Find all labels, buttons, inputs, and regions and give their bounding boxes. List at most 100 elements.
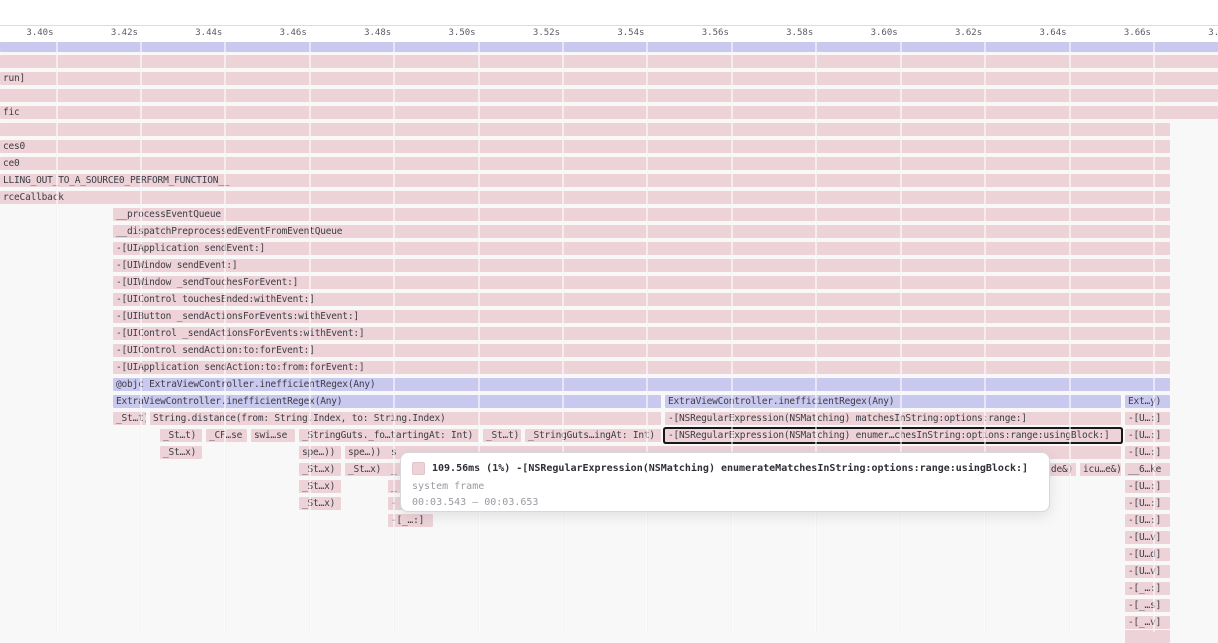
flame-bar[interactable]: -[UIControl touchesEnded:withEvent:] — [113, 293, 1170, 306]
flame-bar[interactable] — [0, 89, 1218, 102]
flame-bar[interactable]: _St…t) — [483, 429, 521, 442]
flame-bar[interactable]: fic — [0, 106, 1218, 119]
flame-bar[interactable]: -[U…v] — [1125, 531, 1170, 544]
flame-bar-label: String.distance(from: String.Index, to: … — [150, 412, 446, 425]
flame-bar-selected[interactable]: -[NSRegularExpression(NSMatching) enumer… — [665, 429, 1121, 442]
flame-bar-label: spe…)) — [299, 446, 335, 459]
flame-bar[interactable]: @objc ExtraViewController.inefficientReg… — [113, 378, 1170, 391]
flame-bar-label: _St…x) — [299, 497, 335, 510]
flame-bar-label: _St…x) — [160, 446, 196, 459]
flame-bar[interactable]: -[UIApplication sendAction:to:from:forEv… — [113, 361, 1170, 374]
ruler-tick-label: 3.46s — [280, 28, 307, 39]
flame-bar-label: -[_…s] — [1125, 599, 1161, 612]
flame-bar[interactable]: _St…x) — [299, 463, 341, 476]
ruler-tick-label: 3.54s — [617, 28, 644, 39]
flame-bar[interactable]: _CF…se — [206, 429, 247, 442]
flame-bar-label — [0, 42, 3, 52]
flame-bar[interactable]: -[_…:] — [1125, 582, 1170, 595]
flame-bar-label: _StringGuts…ingAt: Int) — [525, 429, 655, 442]
flame-bar[interactable]: _St…x) — [299, 480, 341, 493]
flame-bar[interactable]: icu…e&) — [1080, 463, 1121, 476]
flame-bar-label — [0, 55, 3, 68]
flame-bar[interactable] — [0, 123, 1170, 136]
flame-bar[interactable]: spe…)) — [345, 446, 390, 459]
flame-bar[interactable]: ces0 — [0, 140, 1170, 153]
gridline-highlight — [140, 42, 142, 632]
timeline-ruler[interactable]: 3.40s3.42s3.44s3.46s3.48s3.50s3.52s3.54s… — [0, 0, 1218, 42]
flame-bar[interactable]: LLING_OUT_TO_A_SOURCE0_PERFORM_FUNCTION_… — [0, 174, 1170, 187]
flame-bar-label: _St…x) — [299, 463, 335, 476]
flame-bar[interactable]: ExtraViewController.inefficientRegex(Any… — [665, 395, 1121, 408]
flame-bar[interactable]: -[U…:] — [1125, 412, 1170, 425]
flame-bar-label: _St…t) — [483, 429, 519, 442]
tooltip-subtitle: system frame — [412, 481, 1038, 492]
flame-bar[interactable]: -[UIWindow _sendTouchesForEvent:] — [113, 276, 1170, 289]
ruler-tick-label: 3.68s — [1208, 28, 1218, 39]
flame-bar-label: @objc ExtraViewController.inefficientReg… — [113, 378, 375, 391]
ruler-tick-label: 3.52s — [533, 28, 560, 39]
flame-bar[interactable]: ExtraViewController.inefficientRegex(Any… — [113, 395, 661, 408]
flame-bar[interactable]: -[U…v] — [1125, 565, 1170, 578]
tooltip-time-range: 00:03.543 — 00:03.653 — [412, 497, 1038, 508]
flame-bar[interactable]: swi…se — [251, 429, 295, 442]
flame-bar-label: LLING_OUT_TO_A_SOURCE0_PERFORM_FUNCTION_… — [0, 174, 229, 187]
flame-bar[interactable]: ce0 — [0, 157, 1170, 170]
flame-bar[interactable]: -[U…:] — [1125, 429, 1170, 442]
flame-bar[interactable]: _St…t) — [160, 429, 202, 442]
flame-bar[interactable]: __processEventQueue — [113, 208, 1170, 221]
ruler-tick-label: 3.56s — [702, 28, 729, 39]
flame-bar-label: -[U…:] — [1125, 497, 1161, 510]
flame-bar[interactable]: _St…x) — [299, 497, 341, 510]
flame-bar[interactable]: -[UIButton _sendActionsForEvents:withEve… — [113, 310, 1170, 323]
flame-bar-label: __processEventQueue — [113, 208, 221, 221]
flame-bar-label: ExtraViewController.inefficientRegex(Any… — [665, 395, 894, 408]
flame-bar[interactable]: -[_…v] — [1125, 616, 1170, 629]
flame-bar[interactable]: -[UIControl sendAction:to:forEvent:] — [113, 344, 1170, 357]
flame-bar-label: -[U…:] — [1125, 480, 1161, 493]
flame-bar-label: -[UIControl _sendActionsForEvents:withEv… — [113, 327, 364, 340]
flame-bar[interactable]: -[UIControl _sendActionsForEvents:withEv… — [113, 327, 1170, 340]
flame-bar-label: -[U…:] — [1125, 429, 1161, 442]
flame-bar[interactable]: spe…)) — [299, 446, 341, 459]
flame-bar[interactable]: -[UIWindow sendEvent:] — [113, 259, 1170, 272]
flame-bar[interactable]: __6…ke — [1125, 463, 1170, 476]
flame-bar[interactable]: -[_…s] — [1125, 599, 1170, 612]
flame-bar[interactable]: _St…x) — [345, 463, 390, 476]
flame-bar[interactable]: -[U…:] — [1125, 480, 1170, 493]
flame-bar[interactable]: -[UIApplication sendEvent:] — [113, 242, 1170, 255]
flame-bar-label: -[U…v] — [1125, 531, 1161, 544]
gridline-highlight — [815, 42, 817, 632]
flame-bar-label: -[UIWindow sendEvent:] — [113, 259, 237, 272]
frame-color-swatch — [412, 462, 425, 475]
flame-bar-label: _StringGuts._fo…tartingAt: Int) — [299, 429, 473, 442]
flame-bar-label: ce0 — [0, 157, 20, 170]
flame-bar[interactable] — [0, 55, 1218, 68]
flame-bar[interactable]: _StringGuts._fo…tartingAt: Int) — [299, 429, 479, 442]
flame-bar[interactable]: run] — [0, 72, 1218, 85]
flame-bar-label: __6…ke — [1125, 463, 1161, 476]
flame-bar-label — [0, 89, 3, 102]
flame-bar[interactable]: -[U…:] — [1125, 446, 1170, 459]
flame-bar[interactable]: rceCallback — [0, 191, 1170, 204]
flame-bar-label: -[U…:] — [1125, 412, 1161, 425]
flame-bar[interactable]: -[U…:] — [1125, 497, 1170, 510]
flame-bar-label: fic — [0, 106, 20, 119]
frame-tooltip: 109.56ms (1%) -[NSRegularExpression(NSMa… — [400, 452, 1050, 512]
flame-bar[interactable]: Ext…y) — [1125, 395, 1170, 408]
flame-bar[interactable]: -[U…d] — [1125, 548, 1170, 561]
flame-bar-label: -[_…v] — [1125, 616, 1161, 629]
flame-bar[interactable]: _StringGuts…ingAt: Int) — [525, 429, 661, 442]
flame-bar-label: _St…t) — [160, 429, 196, 442]
flame-bar[interactable]: __dispatchPreprocessedEventFromEventQueu… — [113, 225, 1170, 238]
flame-bar[interactable]: _St…x) — [160, 446, 202, 459]
flame-bar[interactable]: -[U…:] — [1125, 514, 1170, 527]
ruler-tick-label: 3.40s — [26, 28, 53, 39]
flame-bar[interactable]: String.distance(from: String.Index, to: … — [150, 412, 661, 425]
flame-bar[interactable] — [0, 42, 1218, 52]
flame-bar-label: rceCallback — [0, 191, 64, 204]
flame-bar[interactable]: -[NSRegularExpression(NSMatching) matche… — [665, 412, 1121, 425]
flame-bar-label: spe…)) — [345, 446, 381, 459]
ruler-tick-label: 3.42s — [111, 28, 138, 39]
ruler-tick-label: 3.50s — [449, 28, 476, 39]
flame-bar-label: -[U…v] — [1125, 565, 1161, 578]
